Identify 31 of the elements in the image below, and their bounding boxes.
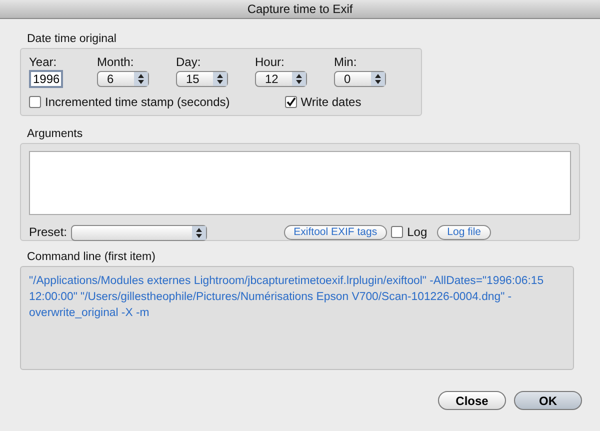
group-title: Date time original [27,33,118,45]
stepper-arrows-icon [370,72,385,86]
preset-popup-menu[interactable] [71,225,208,241]
field-label: Day: [176,55,202,69]
increment-checkbox[interactable]: Incremented time stamp (seconds) [29,95,230,109]
dialog-button[interactable]: Close [438,391,506,410]
stepper-arrows-icon [192,226,206,240]
year-label: Year: [29,55,58,69]
write-dates-checkbox[interactable]: Write dates [284,95,362,109]
preset-label: Preset: [29,225,68,239]
group-title: Command line (first item) [27,251,156,263]
dialog-button[interactable]: OK [514,391,582,410]
popup-menu[interactable]: 15 [176,71,228,87]
field-label: Month: [96,55,135,69]
arguments-text-area[interactable] [29,151,571,215]
popup-menu[interactable]: 0 [334,71,386,87]
exif-tags-button[interactable]: Exiftool EXIF tags [284,224,388,240]
popup-menu[interactable]: 12 [254,71,307,87]
field-label: Min: [334,55,358,69]
stepper-arrows-icon [134,72,148,86]
window-title: Capture time to Exif [247,2,353,16]
popup-menu[interactable]: 6 [96,71,149,87]
field-label: Hour: [254,55,286,69]
group-title: Arguments [27,128,84,140]
checkmark-icon [286,97,296,107]
log-checkbox[interactable]: Log [391,225,428,239]
stepper-arrows-icon [212,72,227,86]
log-file-button[interactable]: Log file [437,224,491,240]
stepper-arrows-icon [292,72,306,86]
year-field[interactable]: 1996 [29,70,63,88]
command-line-text: "/Applications/Modules externes Lightroom/jbcapturetimetoexif.lrplugin/exiftool" -AllDates="1996:06:15 12:00:00" "/Users/gillestheophile/Pictures/Numérisations Epson V700/Scan-101226-0004.dng" -overwrite_original -X -m [29,274,545,321]
